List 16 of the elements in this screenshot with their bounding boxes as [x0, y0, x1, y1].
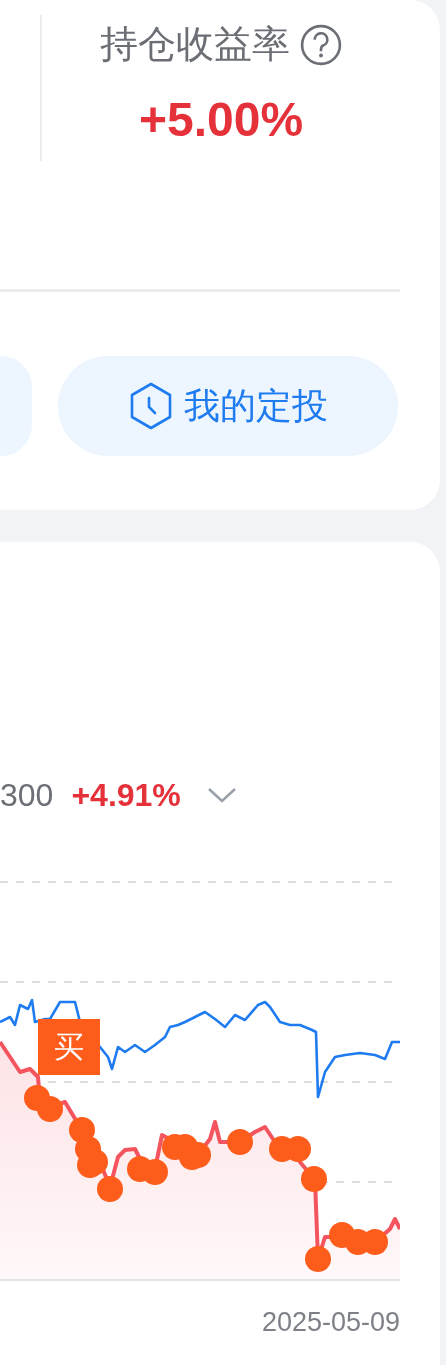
trade-dot — [301, 1166, 327, 1192]
help-icon[interactable] — [300, 23, 342, 66]
trade-dot — [37, 1096, 63, 1122]
my-plan-button[interactable]: 我的定投 — [58, 356, 398, 456]
trade-dot — [97, 1176, 123, 1202]
holding-return-value: +5.00% — [138, 92, 304, 147]
chevron-down-icon[interactable] — [206, 786, 237, 804]
axis-date-label: 2025-05-09 — [261, 1307, 400, 1338]
trade-dot — [305, 1246, 331, 1272]
trade-dot — [227, 1129, 253, 1155]
trade-dot — [142, 1159, 168, 1185]
hexagon-clock-icon — [128, 381, 174, 431]
benchmark-name: 300 — [0, 776, 54, 814]
benchmark-change: +4.91% — [71, 776, 181, 814]
buy-marker: 买 — [38, 1019, 100, 1075]
holding-return-label: 持仓收益率 — [100, 21, 290, 68]
